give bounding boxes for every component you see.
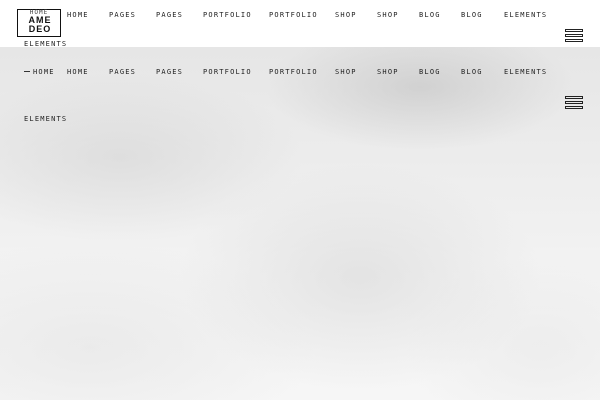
nav-item-blog[interactable]: BLOG — [461, 11, 483, 19]
dash-icon — [24, 70, 30, 72]
nav-item-pages[interactable]: PAGES — [156, 11, 183, 19]
logo-text-line-2: DEO — [28, 24, 52, 34]
nav-item-blog[interactable]: BLOG — [461, 68, 483, 76]
nav-item-pages[interactable]: PAGES — [109, 11, 136, 19]
nav-item-shop[interactable]: SHOP — [335, 11, 357, 19]
nav-item-home[interactable]: HOME — [24, 68, 55, 76]
nav-item-home[interactable]: HOME — [67, 68, 89, 76]
nav-item-blog[interactable]: BLOG — [419, 11, 441, 19]
nav-item-portfolio[interactable]: PORTFOLIO — [203, 68, 252, 76]
nav-item-pages[interactable]: PAGES — [109, 68, 136, 76]
nav-item-blog[interactable]: BLOG — [419, 68, 441, 76]
nav-item-elements[interactable]: ELEMENTS — [24, 40, 67, 48]
nav-item-elements[interactable]: ELEMENTS — [504, 68, 547, 76]
nav-item-home[interactable]: HOME — [67, 11, 89, 19]
nav-item-portfolio[interactable]: PORTFOLIO — [269, 11, 318, 19]
nav-item-shop[interactable]: SHOP — [335, 68, 357, 76]
nav-item-portfolio[interactable]: PORTFOLIO — [203, 11, 252, 19]
nav-item-shop[interactable]: SHOP — [377, 11, 399, 19]
nav-item-elements[interactable]: ELEMENTS — [24, 115, 67, 123]
logo-home-label: HOME — [29, 9, 49, 16]
nav-item-portfolio[interactable]: PORTFOLIO — [269, 68, 318, 76]
top-header: AME DEO HOME HOME PAGES PAGES PORTFOLIO … — [0, 0, 600, 48]
hero-background-image — [0, 47, 600, 400]
nav-item-pages[interactable]: PAGES — [156, 68, 183, 76]
page: AME DEO HOME HOME PAGES PAGES PORTFOLIO … — [0, 0, 600, 400]
hamburger-menu-icon[interactable] — [565, 29, 583, 42]
hamburger-menu-icon[interactable] — [565, 96, 583, 109]
nav-item-elements[interactable]: ELEMENTS — [504, 11, 547, 19]
nav-item-shop[interactable]: SHOP — [377, 68, 399, 76]
nav-item-label: HOME — [33, 68, 55, 76]
